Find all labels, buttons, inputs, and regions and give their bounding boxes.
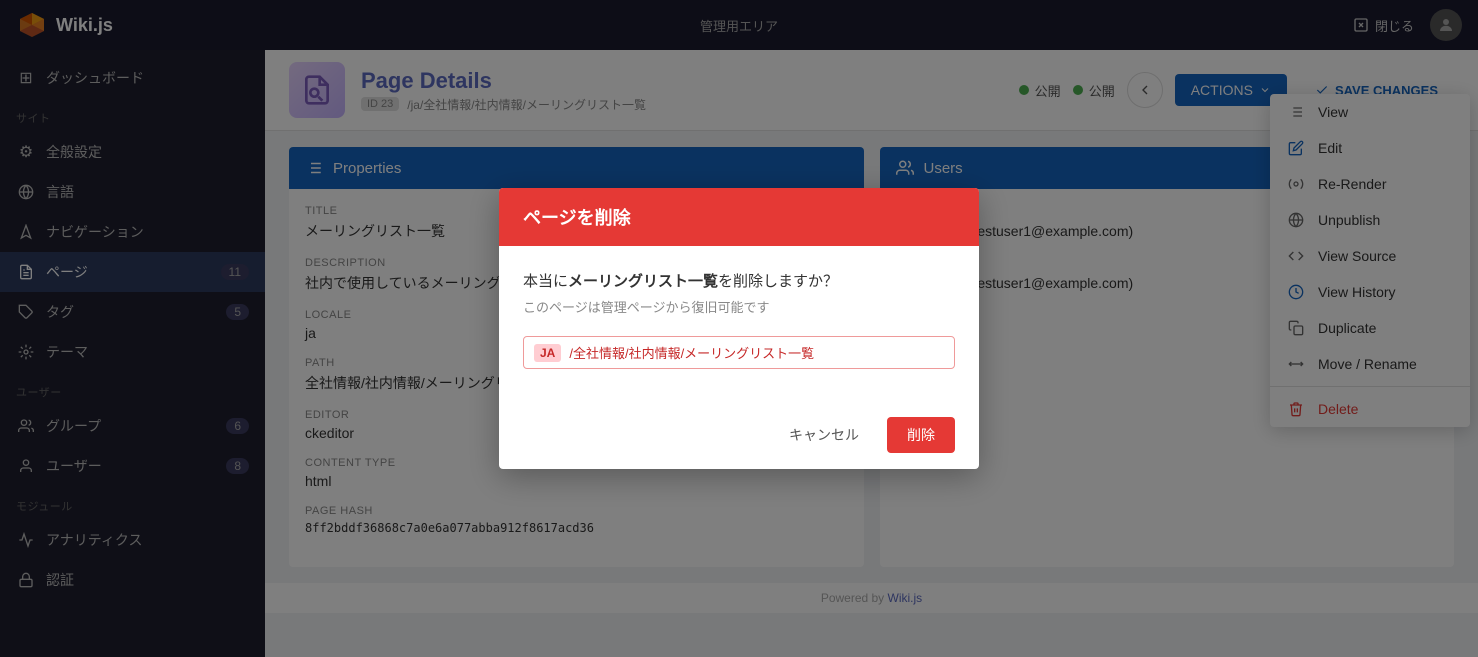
sub-text: このページは管理ページから復旧可能です bbox=[523, 297, 955, 316]
locale-tag: JA bbox=[534, 344, 561, 362]
modal-overlay: ページを削除 本当にメーリングリスト一覧を削除しますか？ このページは管理ページ… bbox=[0, 0, 1478, 657]
dialog-path: JA /全社情報/社内情報/メーリングリスト一覧 bbox=[523, 336, 955, 369]
dialog-path-value: /全社情報/社内情報/メーリングリスト一覧 bbox=[569, 343, 814, 362]
dialog-body: 本当にメーリングリスト一覧を削除しますか？ このページは管理ページから復旧可能で… bbox=[499, 246, 979, 401]
dialog-title: ページを削除 bbox=[523, 208, 631, 228]
delete-button[interactable]: 削除 bbox=[887, 417, 955, 453]
dialog-footer: キャンセル 削除 bbox=[499, 401, 979, 469]
cancel-label: キャンセル bbox=[789, 427, 859, 443]
delete-dialog: ページを削除 本当にメーリングリスト一覧を削除しますか？ このページは管理ページ… bbox=[499, 188, 979, 469]
cancel-button[interactable]: キャンセル bbox=[773, 417, 875, 453]
confirm-text: 本当にメーリングリスト一覧を削除しますか？ bbox=[523, 270, 955, 291]
dialog-header: ページを削除 bbox=[499, 188, 979, 246]
delete-label: 削除 bbox=[907, 427, 935, 443]
